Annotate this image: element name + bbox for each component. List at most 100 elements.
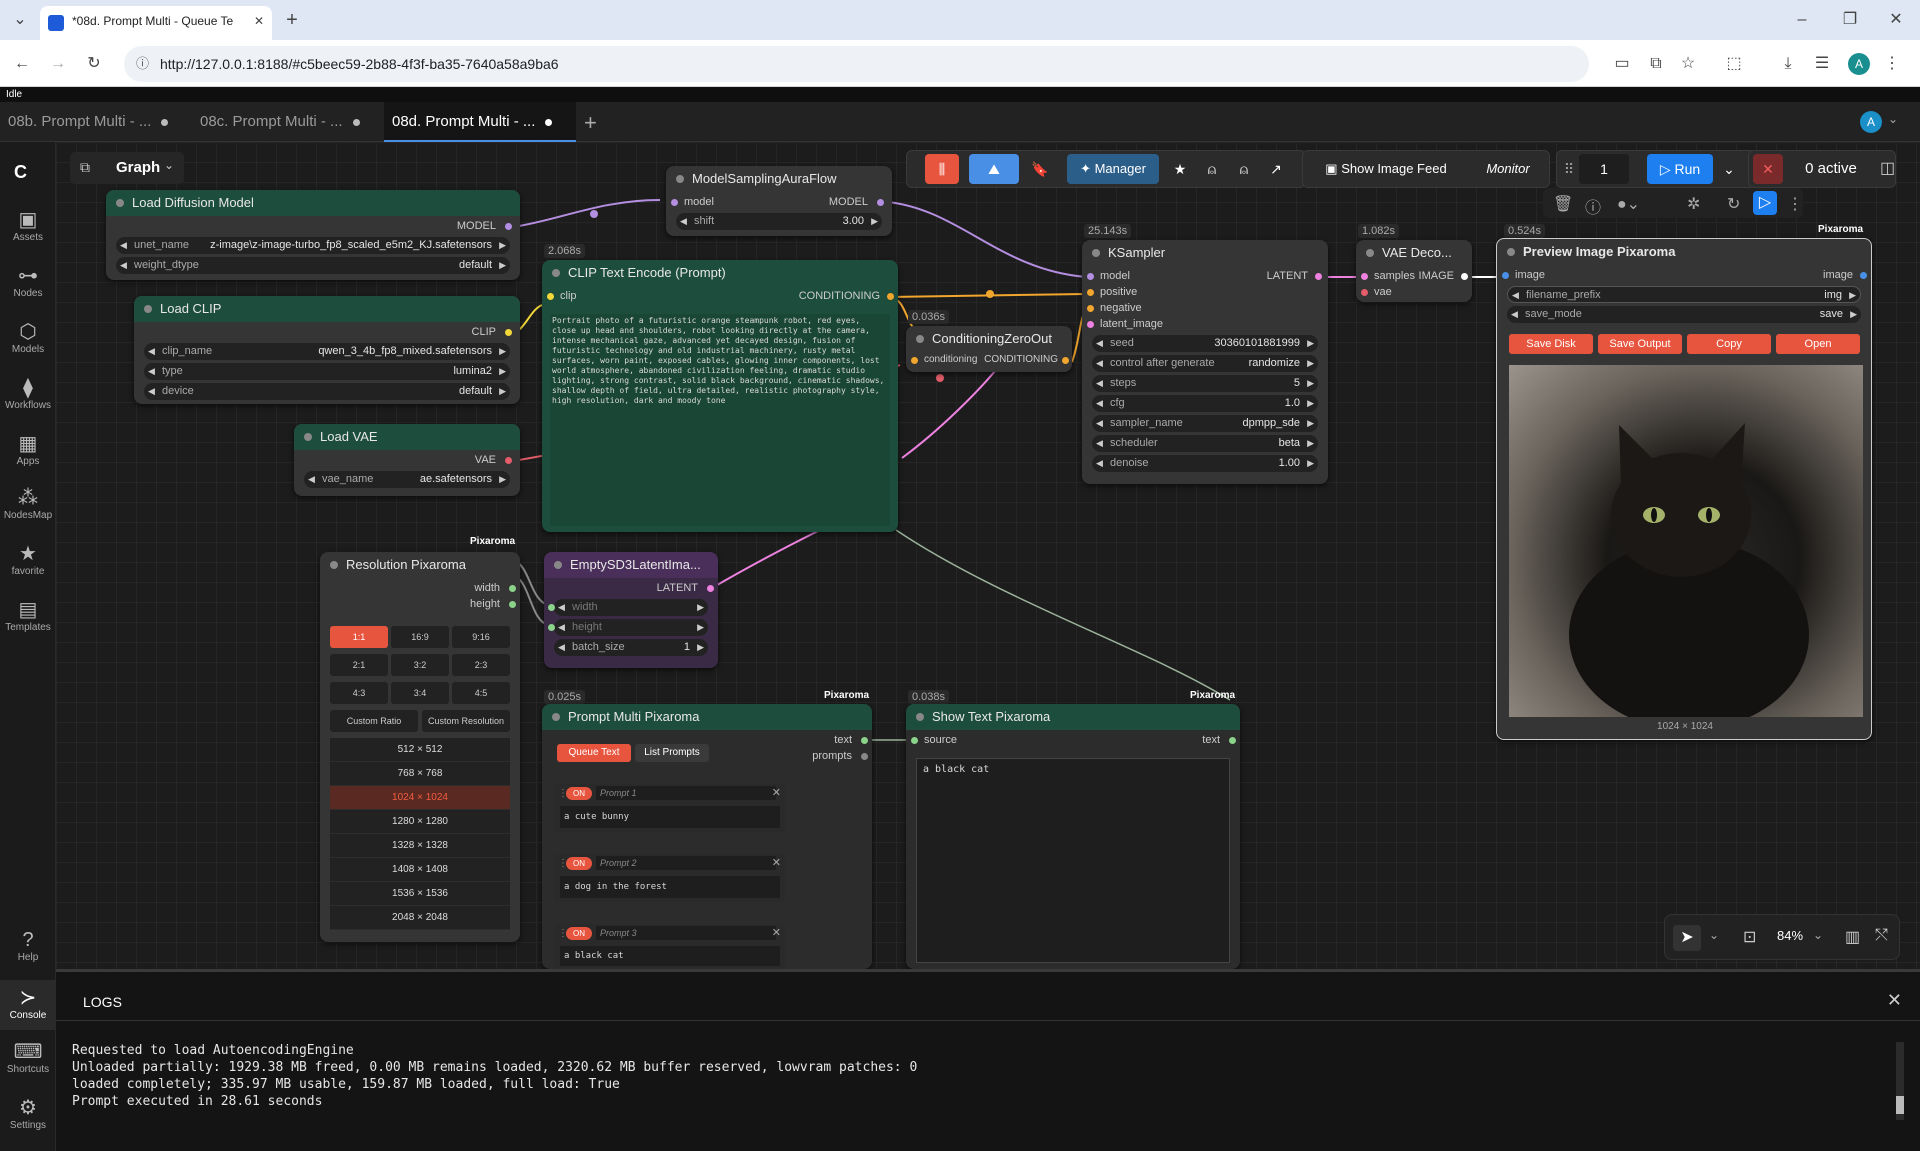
links-hide-icon[interactable]: ⤲ xyxy=(1875,927,1888,945)
output-pin-conditioning[interactable] xyxy=(887,293,894,300)
log-scrollbar[interactable] xyxy=(1896,1042,1904,1120)
clip-type-widget[interactable]: type lumina2 xyxy=(144,363,510,380)
ratio-1-1-button[interactable]: 1:1 xyxy=(330,626,388,648)
cancel-icon[interactable]: ✕ xyxy=(1753,154,1783,184)
list-prompts-button[interactable]: List Prompts xyxy=(635,744,709,762)
batch-size-widget[interactable]: batch_size 1 xyxy=(554,639,708,656)
fit-view-icon[interactable]: ⊡ xyxy=(1743,927,1756,947)
graph-dropdown[interactable]: ⧉ Graph ⌄ xyxy=(70,152,184,184)
input-pin-samples[interactable] xyxy=(1361,273,1368,280)
output-pin-clip[interactable] xyxy=(505,329,512,336)
zoom-chevron-icon[interactable]: ⌄ xyxy=(1813,928,1823,942)
output-pin-image[interactable] xyxy=(1860,272,1867,279)
chevron-down-icon[interactable]: ⌄ xyxy=(1709,928,1719,942)
active-queue-label[interactable]: 0 active xyxy=(1791,154,1871,184)
prompt-text-input[interactable]: a cute bunny xyxy=(560,806,780,828)
prompt-name-input[interactable]: Prompt 1 xyxy=(596,786,776,800)
resolution-option[interactable]: 1280 × 1280 xyxy=(330,810,510,834)
custom-ratio-button[interactable]: Custom Ratio xyxy=(330,710,418,732)
unet-name-widget[interactable]: unet_name z-image\z-image-turbo_fp8_scale… xyxy=(116,237,510,254)
node-model-sampling-auraflow[interactable]: ModelSamplingAuraFlow model MODEL shift 3.… xyxy=(666,166,892,236)
input-pin-image[interactable] xyxy=(1502,272,1509,279)
save-output-button[interactable]: Save Output xyxy=(1598,334,1682,354)
save-mode-widget[interactable]: save_mode save xyxy=(1507,306,1861,323)
resolution-option[interactable]: 1536 × 1536 xyxy=(330,882,510,906)
lambda-icon[interactable]: ⍝ xyxy=(1229,154,1259,184)
node-empty-sd3-latent[interactable]: EmptySD3LatentIma... LATENT width height… xyxy=(544,552,718,668)
show-image-feed-button[interactable]: ▣ Show Image Feed xyxy=(1311,154,1461,184)
ratio-2-1-button[interactable]: 2:1 xyxy=(330,654,388,676)
input-pin-negative[interactable] xyxy=(1087,305,1094,312)
shift-widget[interactable]: shift 3.00 xyxy=(676,213,882,230)
width-widget[interactable]: width xyxy=(548,599,708,616)
select-cursor-icon[interactable]: ➤ xyxy=(1673,925,1701,951)
seed-widget[interactable]: seed 30360101881999 xyxy=(1092,335,1318,352)
node-load-diffusion-model[interactable]: Load Diffusion Model MODEL unet_name z-im… xyxy=(106,190,520,280)
cfg-widget[interactable]: cfg 1.0 xyxy=(1092,395,1318,412)
run-button[interactable]: ▷ Run xyxy=(1647,154,1713,184)
output-pin-height[interactable] xyxy=(509,601,516,608)
run-options-chevron-icon[interactable]: ⌄ xyxy=(1717,154,1741,184)
ratio-4-3-button[interactable]: 4:3 xyxy=(330,682,388,704)
control-after-generate-widget[interactable]: control after generate randomize xyxy=(1092,355,1318,372)
node-load-vae[interactable]: Load VAE VAE vae_name ae.safetensors xyxy=(294,424,520,496)
output-pin-model[interactable] xyxy=(505,223,512,230)
bookmark-icon[interactable]: 🔖 xyxy=(1025,154,1055,184)
output-pin-latent[interactable] xyxy=(707,585,714,592)
info-icon[interactable]: ⓘ xyxy=(1585,194,1601,218)
panel-toggle-icon[interactable]: ◫ xyxy=(1880,158,1895,178)
input-pin-latent-image[interactable] xyxy=(1087,321,1094,328)
prompt-name-input[interactable]: Prompt 3 xyxy=(596,926,776,940)
filename-prefix-input[interactable]: filename_prefix img xyxy=(1507,286,1861,304)
output-pin-image[interactable] xyxy=(1461,273,1468,280)
queue-count-input[interactable]: 1 xyxy=(1579,154,1629,184)
ratio-16-9-button[interactable]: 16:9 xyxy=(391,626,449,648)
close-icon[interactable]: ✕ xyxy=(772,856,781,869)
input-pin-height[interactable] xyxy=(548,624,555,631)
open-button[interactable]: Open xyxy=(1776,334,1860,354)
prompt-toggle[interactable]: ON xyxy=(566,927,592,940)
resolution-option[interactable]: 512 × 512 xyxy=(330,738,510,762)
ratio-9-16-button[interactable]: 9:16 xyxy=(452,626,510,648)
node-conditioning-zero-out[interactable]: ConditioningZeroOut conditioning CONDITIO… xyxy=(906,326,1072,372)
input-pin-conditioning[interactable] xyxy=(911,357,918,364)
steps-widget[interactable]: steps 5 xyxy=(1092,375,1318,392)
vae-name-widget[interactable]: vae_name ae.safetensors xyxy=(304,471,510,488)
input-pin-model[interactable] xyxy=(1087,273,1094,280)
output-pin-text[interactable] xyxy=(1229,737,1236,744)
node-vae-decode[interactable]: VAE Deco... samples IMAGE vae xyxy=(1356,240,1472,302)
input-pin-vae[interactable] xyxy=(1361,289,1368,296)
node-resolution-pixaroma[interactable]: Resolution Pixaroma width height 1:1 16:… xyxy=(320,552,520,942)
custom-resolution-button[interactable]: Custom Resolution xyxy=(422,710,510,732)
node-show-text[interactable]: Show Text Pixaroma source text a black ca… xyxy=(906,704,1240,969)
more-icon[interactable]: ⋮ xyxy=(1787,194,1803,214)
drag-handle-icon[interactable]: ⠿ xyxy=(1563,154,1575,184)
input-pin-model[interactable] xyxy=(671,199,678,206)
refresh-icon[interactable]: ↻ xyxy=(1727,194,1740,214)
ratio-4-5-button[interactable]: 4:5 xyxy=(452,682,510,704)
monitor-button[interactable]: Monitor xyxy=(1473,154,1543,184)
node-preview-image[interactable]: Preview Image Pixaroma image image filena… xyxy=(1496,238,1872,740)
input-pin-source[interactable] xyxy=(911,737,918,744)
share-icon[interactable]: ↗ xyxy=(1261,154,1291,184)
manager-button[interactable]: ✦ Manager xyxy=(1067,154,1159,184)
prompt-text-input[interactable]: a black cat xyxy=(560,946,780,966)
color-icon[interactable]: ●⌄ xyxy=(1617,194,1640,214)
clip-name-widget[interactable]: clip_name qwen_3_4b_fp8_mixed.safetensors xyxy=(144,343,510,360)
node-ksampler[interactable]: KSampler model LATENT positive negative l… xyxy=(1082,240,1328,484)
zoom-level[interactable]: 84% xyxy=(1777,928,1803,943)
input-pin-clip[interactable] xyxy=(547,293,554,300)
prompt-toggle[interactable]: ON xyxy=(566,787,592,800)
weight-dtype-widget[interactable]: weight_dtype default xyxy=(116,257,510,274)
bypass-icon[interactable]: ✲ xyxy=(1687,194,1700,214)
save-disk-button[interactable]: Save Disk xyxy=(1509,334,1593,354)
pixaroma-icon[interactable]: ⫼ xyxy=(925,154,959,184)
resolution-option[interactable]: 1408 × 1408 xyxy=(330,858,510,882)
minimap-icon[interactable]: ▥ xyxy=(1845,927,1860,947)
resolution-option[interactable]: 1328 × 1328 xyxy=(330,834,510,858)
close-icon[interactable]: ✕ xyxy=(772,786,781,799)
nodes-icon[interactable]: ⍝ xyxy=(1197,154,1227,184)
close-icon[interactable]: ✕ xyxy=(772,926,781,939)
input-pin-width[interactable] xyxy=(548,604,555,611)
prompt-textarea[interactable]: Portrait photo of a futuristic orange st… xyxy=(550,314,890,526)
